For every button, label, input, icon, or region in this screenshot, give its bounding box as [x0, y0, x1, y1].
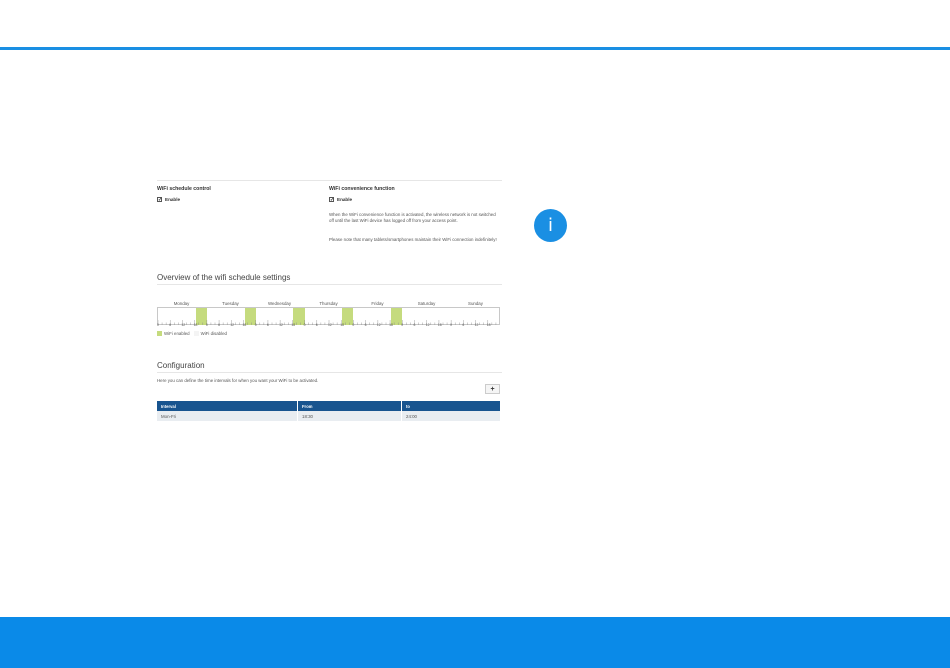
convenience-description: When the WiFi convenience function is ac…: [329, 212, 496, 223]
hour-label: 12: [230, 323, 235, 327]
convenience-enable-row[interactable]: ✓ Enable: [329, 197, 353, 203]
column-header-to[interactable]: to: [401, 401, 501, 411]
hour-label: 12: [279, 323, 283, 327]
configuration-title: Configuration: [157, 361, 205, 370]
cell-to: 24:00: [401, 411, 501, 421]
table-header-row: Interval From to: [157, 401, 501, 411]
hour-label: 6: [364, 323, 367, 327]
hour-label: 12: [181, 323, 186, 327]
hour-label: 0: [157, 323, 159, 327]
hour-label: 18: [437, 323, 442, 327]
convenience-enable-checkbox[interactable]: ✓: [329, 197, 334, 203]
interval-table: Interval From to Mon-Fri 18:30 24:00: [157, 401, 501, 421]
hour-label: 0: [401, 323, 404, 327]
hour-label: 0: [450, 323, 453, 327]
hour-label: 6: [169, 323, 172, 327]
hour-label: 6: [218, 323, 220, 327]
hour-label: 12: [474, 323, 479, 327]
wifi-schedule-screenshot: WiFi schedule control ✓ Enable WiFi conv…: [157, 180, 502, 425]
top-divider: [157, 180, 502, 181]
hour-label: 0: [303, 323, 306, 327]
column-header-from[interactable]: From: [297, 401, 402, 411]
convenience-enable-label: Enable: [337, 197, 353, 202]
overview-title: Overview of the wifi schedule settings: [157, 273, 291, 282]
legend-enabled-swatch: [157, 331, 162, 336]
cell-from: 18:30: [297, 411, 402, 421]
hour-label: 18: [340, 323, 344, 327]
legend-disabled-label: WiFi disabled: [200, 331, 227, 336]
header-accent-line: [0, 47, 950, 50]
hour-label: 18: [291, 323, 296, 327]
hour-label: 12: [328, 323, 332, 327]
hour-label: 0: [352, 323, 355, 327]
overview-divider: [157, 284, 502, 285]
hour-label: 18: [242, 323, 247, 327]
table-row[interactable]: Mon-Fri 18:30 24:00: [157, 411, 501, 421]
schedule-enable-checkbox[interactable]: ✓: [157, 197, 162, 203]
hour-label: 6: [413, 323, 416, 327]
hour-label: 12: [425, 323, 430, 327]
footer-bar: [0, 617, 950, 668]
hour-labels: 0 6 12 18 0 6 12 18 0 6 12 18 0 6 12 18 0 6 12 18 0 6 12 18 0 6 12…: [157, 323, 500, 329]
hour-label: 6: [462, 323, 465, 327]
hour-label: 12: [376, 323, 381, 327]
hour-label: 0: [205, 323, 208, 327]
convenience-title: WiFi convenience function: [329, 186, 395, 192]
configuration-divider: [157, 372, 502, 373]
add-interval-button[interactable]: +: [485, 384, 500, 394]
hour-label: 6: [315, 323, 318, 327]
hour-label: 6: [266, 323, 269, 327]
cell-interval: Mon-Fri: [157, 411, 298, 421]
column-header-interval[interactable]: Interval: [157, 401, 298, 411]
configuration-description: Here you can define the time intervals f…: [157, 378, 319, 383]
hour-label: 18: [389, 323, 393, 327]
legend-disabled-swatch: [193, 331, 199, 336]
timeline-legend: WiFi enabled WiFi disabled: [157, 331, 227, 336]
schedule-enable-row[interactable]: ✓ Enable: [157, 197, 181, 203]
schedule-control-title: WiFi schedule control: [157, 186, 211, 192]
hour-label: 0: [254, 323, 257, 327]
legend-enabled-label: WiFi enabled: [164, 331, 190, 336]
hour-label: 18: [193, 323, 198, 327]
convenience-note: Please note that many tablets/smartphone…: [329, 237, 497, 242]
hour-label: 18: [486, 323, 491, 327]
info-icon: i: [534, 209, 567, 242]
schedule-enable-label: Enable: [165, 197, 181, 202]
